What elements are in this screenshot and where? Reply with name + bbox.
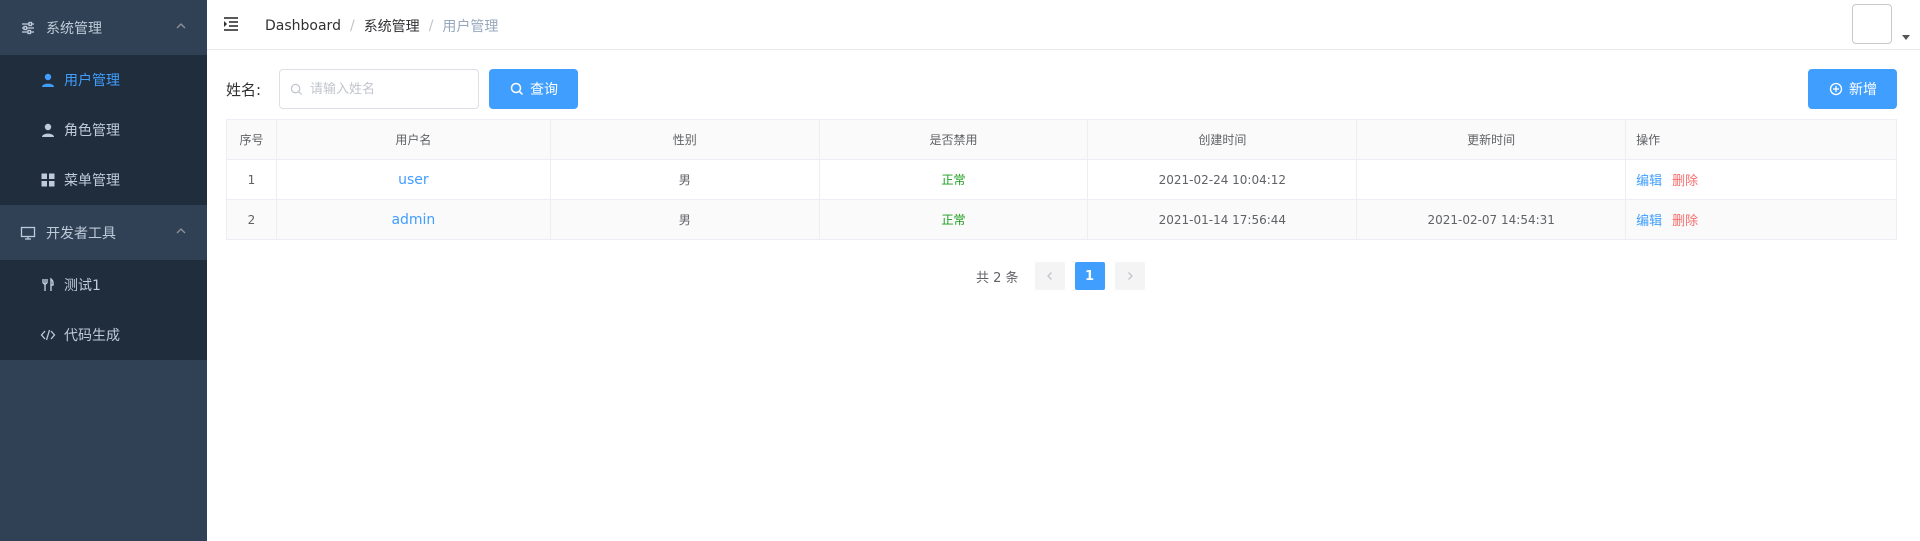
chevron-left-icon xyxy=(1046,272,1052,280)
query-button-label: 查询 xyxy=(530,82,558,98)
cell-created: 2021-01-14 17:56:44 xyxy=(1087,199,1358,240)
cell-actions: 编辑 删除 xyxy=(1625,199,1897,240)
cell-username: admin xyxy=(276,199,551,240)
sidebar-item-menus[interactable]: 菜单管理 xyxy=(0,155,207,205)
delete-button[interactable]: 删除 xyxy=(1672,174,1698,189)
column-header: 序号 xyxy=(226,119,277,160)
submenu-devtools: 测试1 代码生成 xyxy=(0,260,207,360)
column-header: 是否禁用 xyxy=(819,119,1089,160)
cell-created: 2021-02-24 10:04:12 xyxy=(1087,159,1358,200)
pagination-total: 共 2 条 xyxy=(976,270,1019,286)
sidebar: 系统管理 用户管理 角色管理 菜单管理 开发者工具 测试1 代码生成 xyxy=(0,0,207,541)
column-header: 性别 xyxy=(550,119,820,160)
fork-knife-icon xyxy=(40,277,56,293)
cell-index: 2 xyxy=(226,199,277,240)
user-avatar-dropdown[interactable] xyxy=(1852,4,1910,44)
cell-updated: 2021-02-07 14:54:31 xyxy=(1356,199,1627,240)
code-icon xyxy=(40,327,56,343)
user-role-icon xyxy=(40,122,56,138)
breadcrumb-separator: / xyxy=(349,18,355,34)
user-table: 序号 用户名 性别 是否禁用 创建时间 更新时间 操作 1 user 男 正常 … xyxy=(226,119,1897,240)
delete-button[interactable]: 删除 xyxy=(1672,214,1698,229)
sidebar-item-label: 测试1 xyxy=(64,278,101,294)
table-row: 2 admin 男 正常 2021-01-14 17:56:44 2021-02… xyxy=(226,199,1897,240)
menu-group-label: 系统管理 xyxy=(46,20,102,37)
breadcrumb-item-system[interactable]: 系统管理 xyxy=(364,16,420,36)
sidebar-item-label: 角色管理 xyxy=(64,123,120,139)
cell-actions: 编辑 删除 xyxy=(1625,159,1897,200)
query-button[interactable]: 查询 xyxy=(489,69,578,109)
chevron-up-icon xyxy=(175,20,187,32)
sidebar-item-label: 代码生成 xyxy=(64,328,120,344)
cell-gender: 男 xyxy=(550,199,820,240)
cell-index: 1 xyxy=(226,159,277,200)
cell-username: user xyxy=(276,159,551,200)
cell-updated xyxy=(1356,159,1627,200)
sidebar-item-test1[interactable]: 测试1 xyxy=(0,260,207,310)
chevron-right-icon xyxy=(1127,272,1133,280)
search-icon xyxy=(509,81,525,97)
search-input-wrapper xyxy=(279,69,479,109)
sidebar-item-roles[interactable]: 角色管理 xyxy=(0,105,207,155)
menu-group-label: 开发者工具 xyxy=(46,225,116,242)
breadcrumb-separator: / xyxy=(428,18,434,34)
grid-icon xyxy=(40,172,56,188)
table-row: 1 user 男 正常 2021-02-24 10:04:12 编辑 删除 xyxy=(226,159,1897,200)
cell-status: 正常 xyxy=(819,199,1089,240)
navbar: Dashboard / 系统管理 / 用户管理 xyxy=(207,0,1920,50)
user-icon xyxy=(40,72,56,88)
pagination: 共 2 条 1 xyxy=(976,262,1155,290)
column-header: 用户名 xyxy=(276,119,551,160)
menu-group-devtools[interactable]: 开发者工具 xyxy=(0,205,207,260)
edit-button[interactable]: 编辑 xyxy=(1636,214,1662,229)
sidebar-item-label: 用户管理 xyxy=(64,73,120,89)
hamburger-menu-icon[interactable] xyxy=(222,14,242,34)
sidebar-item-label: 菜单管理 xyxy=(64,173,120,189)
monitor-icon xyxy=(20,225,36,241)
table-header-row: 序号 用户名 性别 是否禁用 创建时间 更新时间 操作 xyxy=(226,119,1897,160)
page-number-current[interactable]: 1 xyxy=(1074,262,1105,290)
prev-page-button[interactable] xyxy=(1034,262,1065,290)
add-button[interactable]: 新增 xyxy=(1808,69,1897,109)
column-header: 更新时间 xyxy=(1356,119,1627,160)
next-page-button[interactable] xyxy=(1114,262,1145,290)
add-button-label: 新增 xyxy=(1849,82,1877,98)
breadcrumb: Dashboard / 系统管理 / 用户管理 xyxy=(265,16,498,36)
sliders-icon xyxy=(20,20,36,36)
menu-group-system[interactable]: 系统管理 xyxy=(0,0,207,55)
search-label: 姓名: xyxy=(226,81,262,99)
submenu-system: 用户管理 角色管理 菜单管理 xyxy=(0,55,207,205)
column-header: 创建时间 xyxy=(1087,119,1358,160)
sidebar-item-codegen[interactable]: 代码生成 xyxy=(0,310,207,360)
column-header: 操作 xyxy=(1625,119,1897,160)
edit-button[interactable]: 编辑 xyxy=(1636,174,1662,189)
sidebar-item-users[interactable]: 用户管理 xyxy=(0,55,207,105)
search-input[interactable] xyxy=(310,81,470,97)
breadcrumb-item-current: 用户管理 xyxy=(442,19,499,35)
circle-plus-icon xyxy=(1828,81,1844,97)
chevron-up-icon xyxy=(175,225,187,237)
avatar[interactable] xyxy=(1852,4,1892,44)
cell-gender: 男 xyxy=(550,159,820,200)
cell-status: 正常 xyxy=(819,159,1089,200)
caret-down-icon xyxy=(1902,35,1910,40)
breadcrumb-item-dashboard[interactable]: Dashboard xyxy=(265,18,341,34)
search-icon xyxy=(290,83,303,100)
